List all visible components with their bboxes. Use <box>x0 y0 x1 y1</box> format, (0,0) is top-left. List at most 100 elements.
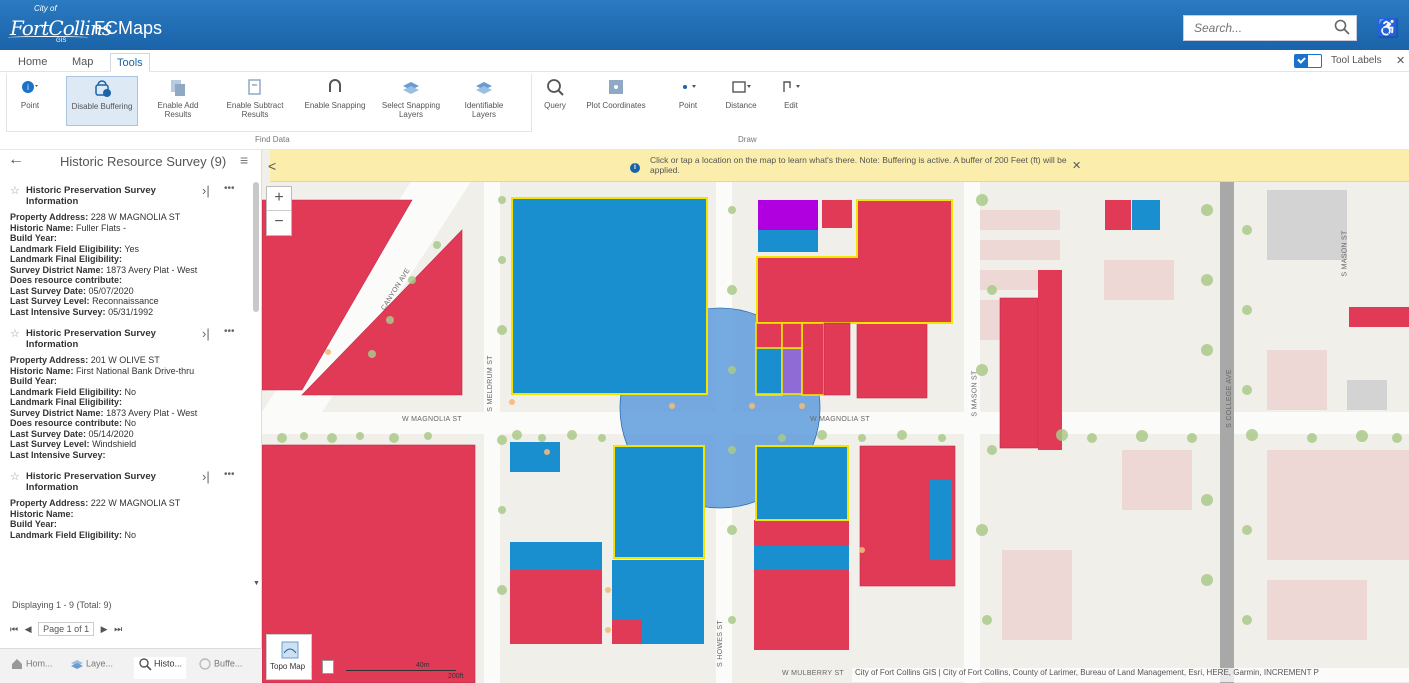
bottom-tab-results[interactable]: Histo... <box>134 657 187 679</box>
close-ribbon-button[interactable]: ✕ <box>1396 54 1405 67</box>
field-value: No <box>124 386 137 397</box>
parcel-selected <box>510 442 560 472</box>
field-label: Build Year: <box>10 376 57 386</box>
parcel-unselected <box>510 570 602 644</box>
field-label: Survey District Name: <box>10 264 104 275</box>
result-item[interactable]: ☆ Historic Preservation Survey Informatio… <box>0 323 262 466</box>
tab-map[interactable]: Map <box>66 53 99 72</box>
street-label-s-meldrum: S MELDRUM ST <box>486 355 494 412</box>
plot-coordinates-icon <box>609 80 623 94</box>
building <box>1104 260 1174 300</box>
bottom-tab-buffer[interactable]: Buffe... <box>198 657 242 679</box>
result-field: Does resource contribute: No <box>10 418 252 429</box>
enable-subtract-results-button[interactable]: Enable Subtract Results <box>222 76 288 126</box>
street-label-s-howes: S HOWES ST <box>716 620 724 667</box>
field-value: No <box>124 529 137 540</box>
star-icon[interactable]: ☆ <box>10 184 20 197</box>
more-options-icon[interactable]: ••• <box>224 183 235 194</box>
zoom-out-button[interactable]: − <box>267 211 291 235</box>
panel-bottom-tabs: Hom... Laye... Histo... Buffe... <box>0 648 262 683</box>
close-notice-button[interactable]: ✕ <box>1072 159 1081 172</box>
edit-button[interactable]: Edit <box>774 76 808 126</box>
more-options-icon[interactable]: ••• <box>224 326 235 337</box>
disable-buffering-button[interactable]: Disable Buffering <box>66 76 138 126</box>
field-value: Reconnaissance <box>92 296 159 306</box>
expand-icon[interactable]: ›| <box>202 183 210 198</box>
topo-map-icon <box>281 641 299 659</box>
logo-gis-text: GIS <box>56 38 67 44</box>
bottom-tab-layers[interactable]: Laye... <box>70 657 113 679</box>
parcel-selected-outlined <box>511 197 708 395</box>
distance-button[interactable]: Distance <box>716 76 766 126</box>
results-scrollbar[interactable]: ▼ <box>252 180 260 590</box>
select-snapping-layers-label: Select Snapping Layers <box>381 101 441 119</box>
street-s-mason <box>964 180 980 683</box>
field-value: No <box>124 418 137 428</box>
last-page-button[interactable]: ⏭ <box>114 624 122 635</box>
legend-icon[interactable] <box>322 660 334 674</box>
more-options-icon[interactable]: ••• <box>224 469 235 480</box>
scrollbar-thumb[interactable] <box>253 182 259 312</box>
collapse-panel-button[interactable]: < <box>268 158 276 174</box>
prev-page-button[interactable]: ◀ <box>25 624 32 635</box>
basemap-toggle-button[interactable]: Topo Map <box>266 634 312 680</box>
field-value: Yes <box>124 243 140 254</box>
next-page-button[interactable]: ▶ <box>101 624 108 635</box>
select-snapping-layers-button[interactable]: Select Snapping Layers <box>378 76 444 126</box>
tab-tools[interactable]: Tools <box>110 53 150 72</box>
building <box>1267 190 1347 260</box>
parcel-selected <box>758 230 818 252</box>
parcel-lavender <box>781 347 803 395</box>
back-arrow-icon[interactable]: ← <box>8 151 24 169</box>
result-item[interactable]: ☆ Historic Preservation Survey Informatio… <box>0 180 262 323</box>
field-value: 228 W MAGNOLIA ST <box>90 212 181 222</box>
building <box>1267 450 1409 560</box>
result-field: Build Year: <box>10 519 252 530</box>
zoom-in-button[interactable]: + <box>267 187 291 211</box>
result-item[interactable]: ☆ Historic Preservation Survey Informatio… <box>0 466 262 546</box>
star-icon[interactable]: ☆ <box>10 470 20 483</box>
scroll-down-icon[interactable]: ▼ <box>253 580 260 587</box>
draw-point-button[interactable]: Point <box>668 76 708 126</box>
panel-menu-icon[interactable]: ≡ <box>240 152 248 168</box>
identifiable-layers-button[interactable]: Identifiable Layers <box>454 76 514 126</box>
parcel-selected <box>754 546 849 570</box>
expand-icon[interactable]: ›| <box>202 326 210 341</box>
tab-home[interactable]: Home <box>12 53 53 72</box>
panel-header: ← Historic Resource Survey (9) ≡ <box>0 150 262 174</box>
street-label-college-ave: S COLLEGE AVE <box>1225 369 1233 428</box>
building <box>1002 550 1072 640</box>
identify-point-button[interactable]: i Point <box>10 76 50 126</box>
map-attribution: City of Fort Collins GIS | City of Fort … <box>852 668 1409 682</box>
street-label-s-mason: S MASON ST <box>971 370 979 417</box>
result-field: Landmark Final Eligibility: <box>10 397 252 408</box>
plot-coordinates-button[interactable]: Plot Coordinates <box>580 76 652 126</box>
identify-point-icon: i <box>22 81 38 93</box>
query-button[interactable]: Query <box>538 76 572 126</box>
search-input[interactable] <box>1184 16 1324 40</box>
first-page-button[interactable]: ⏮ <box>10 624 18 635</box>
map-view[interactable]: CANYON AVE W MAGNOLIA ST W MAGNOLIA ST S… <box>262 150 1409 683</box>
bottom-tab-home[interactable]: Hom... <box>10 657 53 679</box>
tool-labels-toggle[interactable] <box>1294 54 1322 68</box>
field-label: Landmark Field Eligibility: <box>10 386 123 397</box>
city-logo[interactable]: City of FortCollins FCMaps GIS <box>6 4 181 46</box>
search-icon[interactable] <box>1334 19 1350 35</box>
parcel-unselected <box>754 570 849 650</box>
distance-label: Distance <box>725 101 757 110</box>
bottom-tab-layers-label: Laye... <box>86 658 114 669</box>
accessibility-icon[interactable]: ♿ <box>1376 16 1400 40</box>
enable-add-results-button[interactable]: Enable Add Results <box>148 76 208 126</box>
field-label: Landmark Field Eligibility: <box>10 529 123 540</box>
parcel-unselected <box>1105 200 1131 230</box>
parcel-selected-outlined <box>755 445 849 521</box>
parcel-outlined <box>781 322 803 349</box>
identifiable-layers-label: Identifiable Layers <box>464 101 504 119</box>
star-icon[interactable]: ☆ <box>10 327 20 340</box>
enable-snapping-button[interactable]: Enable Snapping <box>300 76 370 126</box>
expand-icon[interactable]: ›| <box>202 469 210 484</box>
field-value: Windshield <box>92 439 137 449</box>
home-icon <box>12 659 22 669</box>
result-title: Historic Preservation Survey Information <box>26 328 156 350</box>
street-label-w-mulberry: W MULBERRY ST <box>782 670 844 677</box>
